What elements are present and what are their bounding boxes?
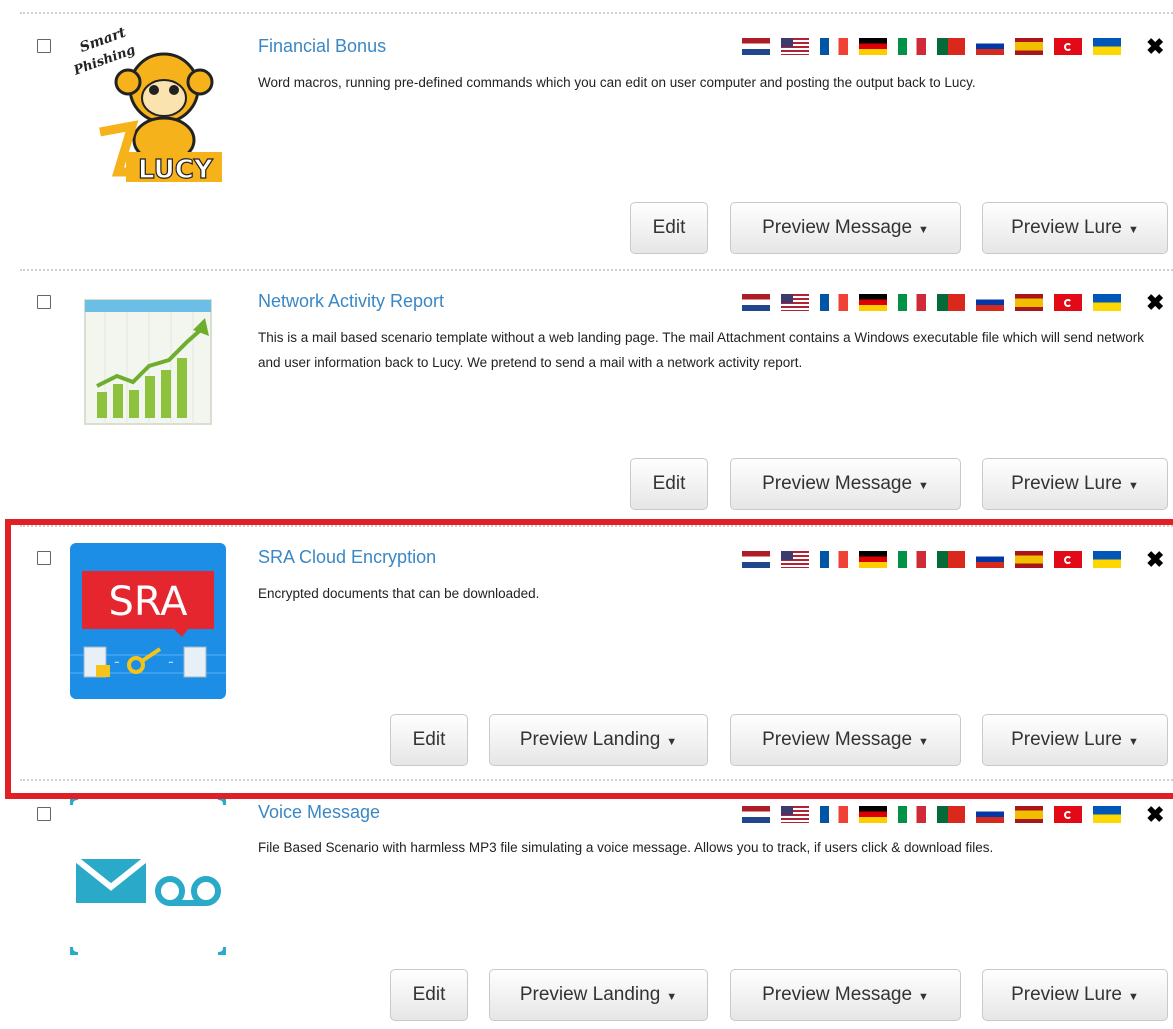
delete-icon[interactable]: ✖ [1146,292,1164,314]
ru-flag-icon[interactable] [976,806,1004,823]
preview-message-button[interactable]: Preview Message ▼ [730,969,961,1021]
fr-flag-icon[interactable] [820,294,848,311]
nl-flag-icon[interactable] [742,38,770,55]
caret-down-icon: ▼ [918,479,929,492]
es-flag-icon[interactable] [1015,294,1043,311]
lucy-logo: Smart Phishing LUCY [70,22,226,186]
it-flag-icon[interactable] [898,38,926,55]
preview-message-label: Preview Message [762,217,913,238]
preview-landing-button[interactable]: Preview Landing ▼ [489,969,708,1021]
select-checkbox[interactable] [37,39,51,53]
preview-lure-label: Preview Lure [1011,217,1122,238]
scenario-item-financial-bonus: Smart Phishing LUCY Financial Bonus Word… [0,0,1173,268]
caret-down-icon: ▼ [918,990,929,1003]
ua-flag-icon[interactable] [1093,38,1121,55]
select-checkbox[interactable] [37,807,51,821]
caret-down-icon: ▼ [918,223,929,236]
scenario-description: This is a mail based scenario template w… [258,330,1144,370]
scenario-description: Word macros, running pre-defined command… [258,75,976,90]
svg-text:LUCY: LUCY [138,155,214,182]
caret-down-icon: ▼ [1128,990,1139,1003]
ua-flag-icon[interactable] [1093,806,1121,823]
preview-message-button[interactable]: Preview Message ▼ [730,458,961,510]
it-flag-icon[interactable] [898,294,926,311]
tr-flag-icon[interactable] [1054,806,1082,823]
es-flag-icon[interactable] [1015,38,1043,55]
caret-down-icon: ▼ [1128,479,1139,492]
scenario-item-voice-message: Voice Message File Based Scenario with h… [0,781,1173,1029]
nl-flag-icon[interactable] [742,294,770,311]
preview-message-label: Preview Message [762,473,913,494]
tr-flag-icon[interactable] [1054,294,1082,311]
pt-flag-icon[interactable] [937,38,965,55]
voicemail-icon [67,794,229,958]
fr-flag-icon[interactable] [820,38,848,55]
caret-down-icon: ▼ [1128,223,1139,236]
preview-landing-label: Preview Landing [519,984,661,1005]
de-flag-icon[interactable] [859,806,887,823]
us-flag-icon[interactable] [781,294,809,311]
ru-flag-icon[interactable] [976,294,1004,311]
nl-flag-icon[interactable] [742,806,770,823]
tr-flag-icon[interactable] [1054,38,1082,55]
scenario-item-network-activity-report: Network Activity Report This is a mail b… [0,270,1173,524]
pt-flag-icon[interactable] [937,806,965,823]
scenario-title[interactable]: Voice Message [258,802,380,823]
ru-flag-icon[interactable] [976,38,1004,55]
network-chart-icon [83,296,213,426]
scenario-title[interactable]: Financial Bonus [258,36,386,57]
es-flag-icon[interactable] [1015,806,1043,823]
edit-button[interactable]: Edit [630,458,708,510]
preview-message-button[interactable]: Preview Message ▼ [730,202,961,254]
scenario-title[interactable]: Network Activity Report [258,291,444,312]
preview-lure-label: Preview Lure [1011,473,1122,494]
language-flags [742,38,1121,55]
it-flag-icon[interactable] [898,806,926,823]
select-checkbox[interactable] [37,295,51,309]
edit-label: Edit [652,473,686,494]
fr-flag-icon[interactable] [820,806,848,823]
de-flag-icon[interactable] [859,38,887,55]
language-flags [742,806,1121,823]
delete-icon[interactable]: ✖ [1146,36,1164,58]
de-flag-icon[interactable] [859,294,887,311]
delete-icon[interactable]: ✖ [1146,804,1164,826]
caret-down-icon: ▼ [666,990,678,1003]
edit-button[interactable]: Edit [390,969,468,1021]
preview-lure-button[interactable]: Preview Lure ▼ [982,458,1168,510]
edit-label: Edit [412,984,446,1005]
preview-lure-label: Preview Lure [1011,984,1122,1005]
us-flag-icon[interactable] [781,38,809,55]
language-flags [742,294,1121,311]
preview-message-label: Preview Message [762,984,913,1005]
us-flag-icon[interactable] [781,806,809,823]
pt-flag-icon[interactable] [937,294,965,311]
preview-lure-button[interactable]: Preview Lure ▼ [982,969,1168,1021]
edit-label: Edit [652,217,686,238]
preview-lure-button[interactable]: Preview Lure ▼ [982,202,1168,254]
edit-button[interactable]: Edit [630,202,708,254]
ua-flag-icon[interactable] [1093,294,1121,311]
highlight-box [5,519,1173,799]
scenario-description: File Based Scenario with harmless MP3 fi… [258,840,994,855]
